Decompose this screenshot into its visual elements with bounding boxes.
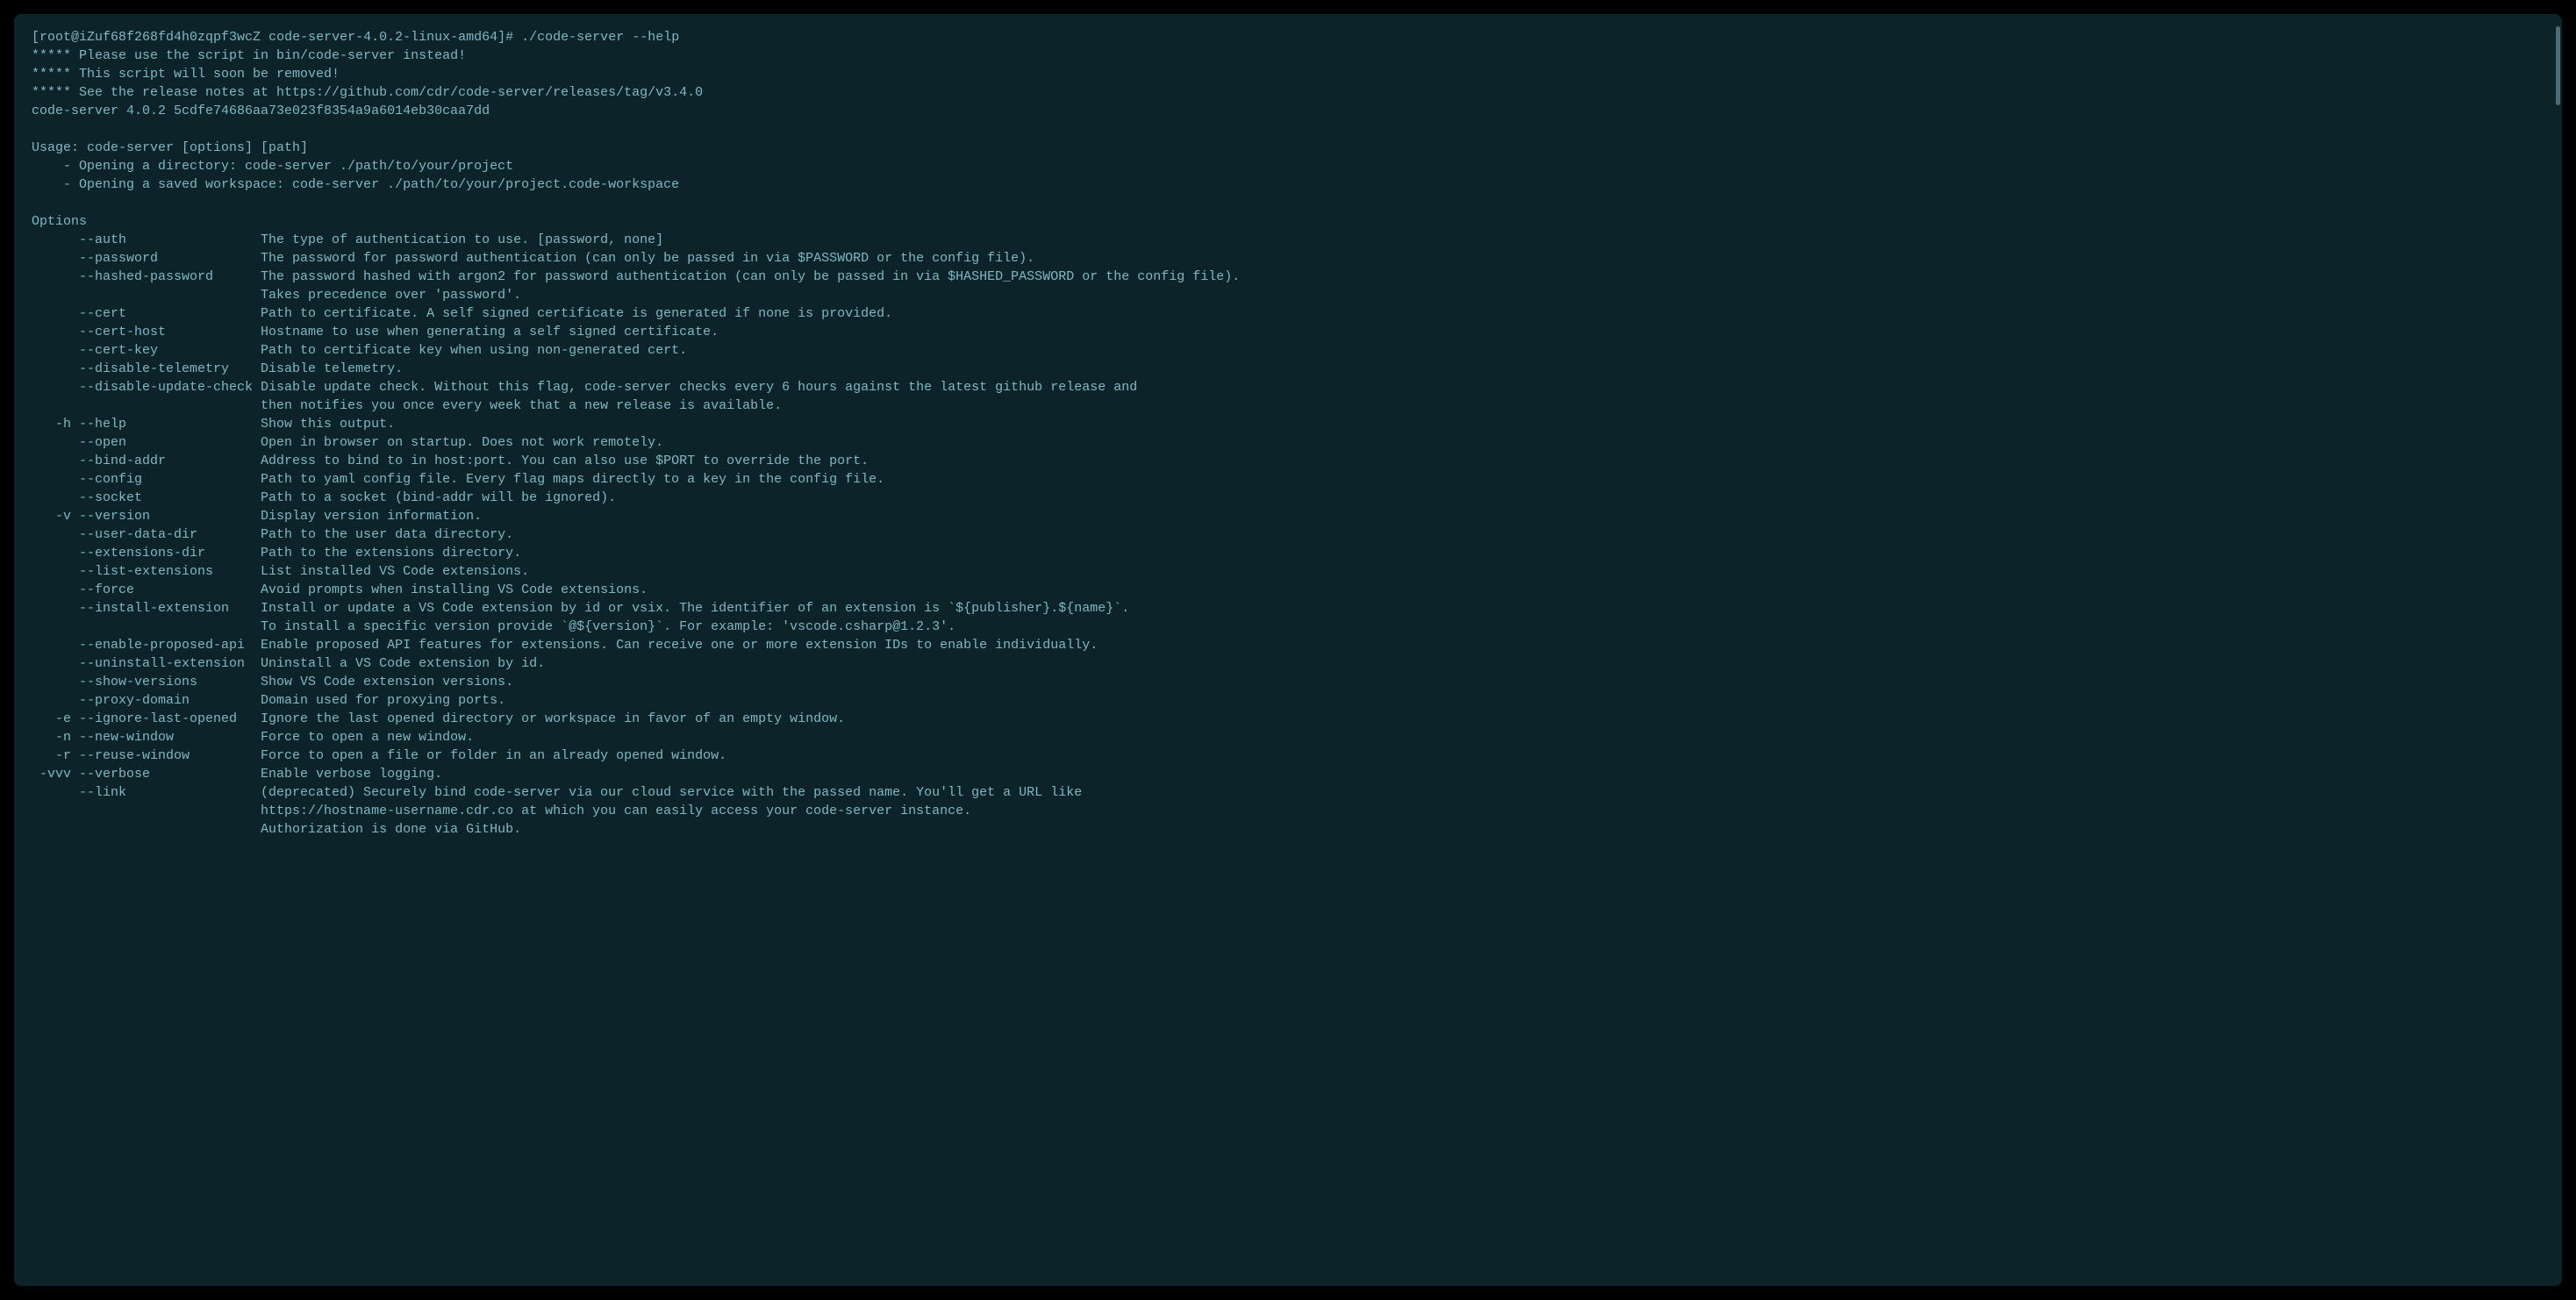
option-row: --user-data-dir Path to the user data di… xyxy=(32,525,2544,544)
terminal-window[interactable]: [root@iZuf68f268fd4h0zqpf3wcZ code-serve… xyxy=(14,14,2562,1286)
option-row: --open Open in browser on startup. Does … xyxy=(32,433,2544,452)
option-row: --bind-addr Address to bind to in host:p… xyxy=(32,452,2544,470)
option-row: -n --new-window Force to open a new wind… xyxy=(32,728,2544,746)
option-row: -v --version Display version information… xyxy=(32,507,2544,525)
option-row: -r --reuse-window Force to open a file o… xyxy=(32,746,2544,765)
usage-example-0: - Opening a directory: code-server ./pat… xyxy=(32,157,2544,175)
usage-heading: Usage: code-server [options] [path] xyxy=(32,139,2544,157)
option-row: --config Path to yaml config file. Every… xyxy=(32,470,2544,489)
option-row: --socket Path to a socket (bind-addr wil… xyxy=(32,489,2544,507)
prompt-open-bracket: [ xyxy=(32,30,39,45)
option-row: --show-versions Show VS Code extension v… xyxy=(32,673,2544,691)
option-row: --disable-update-check Disable update ch… xyxy=(32,378,2544,396)
command-text: ./code-server --help xyxy=(521,30,679,45)
option-row: --proxy-domain Domain used for proxying … xyxy=(32,691,2544,710)
option-row: --password The password for password aut… xyxy=(32,249,2544,268)
option-row: --link (deprecated) Securely bind code-s… xyxy=(32,783,2544,802)
prompt-line: [root@iZuf68f268fd4h0zqpf3wcZ code-serve… xyxy=(32,28,2544,46)
warning-line-2: ***** See the release notes at https://g… xyxy=(32,83,2544,102)
warning-line-0: ***** Please use the script in bin/code-… xyxy=(32,46,2544,65)
option-row: --enable-proposed-api Enable proposed AP… xyxy=(32,636,2544,654)
option-row: --cert-key Path to certificate key when … xyxy=(32,341,2544,360)
option-row-continuation: To install a specific version provide `@… xyxy=(32,618,2544,636)
blank-line xyxy=(32,120,2544,139)
option-row: -e --ignore-last-opened Ignore the last … xyxy=(32,710,2544,728)
option-row: --cert-host Hostname to use when generat… xyxy=(32,323,2544,341)
option-row: --extensions-dir Path to the extensions … xyxy=(32,544,2544,562)
version-line: code-server 4.0.2 5cdfe74686aa73e023f835… xyxy=(32,102,2544,120)
options-heading: Options xyxy=(32,212,2544,231)
option-row: --auth The type of authentication to use… xyxy=(32,231,2544,249)
option-row-continuation: https://hostname-username.cdr.co at whic… xyxy=(32,802,2544,820)
option-row: --cert Path to certificate. A self signe… xyxy=(32,304,2544,323)
option-row: --list-extensions List installed VS Code… xyxy=(32,562,2544,581)
option-row-continuation: Authorization is done via GitHub. xyxy=(32,820,2544,839)
option-row: --uninstall-extension Uninstall a VS Cod… xyxy=(32,654,2544,673)
option-row-continuation: Takes precedence over 'password'. xyxy=(32,286,2544,304)
options-list: --auth The type of authentication to use… xyxy=(32,231,2544,839)
option-row: --hashed-password The password hashed wi… xyxy=(32,268,2544,286)
option-row: -vvv --verbose Enable verbose logging. xyxy=(32,765,2544,783)
blank-line xyxy=(32,194,2544,212)
prompt-close-bracket: ] xyxy=(497,30,505,45)
option-row: -h --help Show this output. xyxy=(32,415,2544,433)
warning-line-1: ***** This script will soon be removed! xyxy=(32,65,2544,83)
prompt-cwd: code-server-4.0.2-linux-amd64 xyxy=(268,30,497,45)
option-row: --install-extension Install or update a … xyxy=(32,599,2544,618)
usage-example-1: - Opening a saved workspace: code-server… xyxy=(32,175,2544,194)
option-row: --force Avoid prompts when installing VS… xyxy=(32,581,2544,599)
prompt-user-host: root@iZuf68f268fd4h0zqpf3wcZ xyxy=(39,30,261,45)
prompt-symbol: # xyxy=(505,30,513,45)
option-row: --disable-telemetry Disable telemetry. xyxy=(32,360,2544,378)
scrollbar-thumb[interactable] xyxy=(2556,26,2560,105)
option-row-continuation: then notifies you once every week that a… xyxy=(32,396,2544,415)
